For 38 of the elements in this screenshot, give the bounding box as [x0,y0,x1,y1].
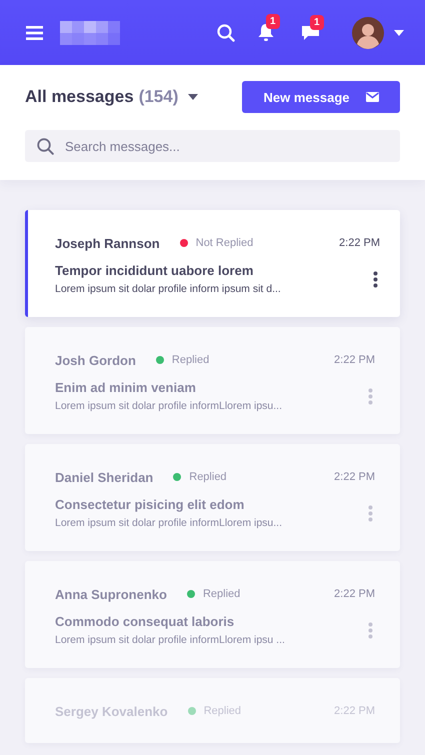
message-subject: Enim ad minim veniam [55,380,197,395]
search-field[interactable]: Search messages... [25,130,400,162]
message-count: (154) [138,87,178,107]
message-preview: Lorem ipsum sit dolar profile informLlorem ipsu... [55,400,284,412]
message-time: 2:22 PM [334,588,375,600]
message-badge: 1 [310,14,324,30]
notification-badge: 1 [266,14,280,29]
message-preview: Lorem ipsum sit dolar profile informLlorem ipsu... [55,517,284,529]
sender-name: Joseph Rannson [55,236,160,250]
caret-icon[interactable] [394,30,404,36]
search-icon[interactable] [217,24,235,42]
more-icon[interactable] [373,270,378,288]
message-card[interactable]: Joseph Rannson Not Replied 2:22 PM Tempor incididunt uabore lorem Lorem ipsum sit dolar profile inform ipsum sit d... [25,210,400,317]
message-time: 2:22 PM [339,237,380,249]
logo-icon [60,20,120,44]
message-preview: Lorem ipsum sit dolar profile inform ipsum sit d... [55,283,282,295]
status-label: Replied [202,588,240,600]
message-card[interactable]: Anna Supronenko Replied 2:22 PM Commodo consequat laboris Lorem ipsum sit dolar profile informLlorem ipsu ... [25,561,400,668]
envelope-icon [366,92,378,102]
message-subject: Consectetur pisicing elit edom [55,497,246,512]
avatar-icon[interactable] [352,16,384,48]
caret-icon[interactable] [188,94,198,100]
message-subject: Tempor incididunt uabore lorem [55,263,254,278]
message-card[interactable]: Josh Gordon Replied 2:22 PM Enim ad minim veniam Lorem ipsum sit dolar profile informLlorem ipsu... [25,327,400,434]
status-label: Not Replied [196,237,254,249]
sender-name: Anna Supronenko [55,586,167,602]
sender-name: Josh Gordon [55,352,136,368]
menu-icon[interactable] [26,26,43,40]
message-time: 2:22 PM [334,471,375,483]
status-label: Replied [172,354,210,366]
new-message-button[interactable]: New message [242,81,400,113]
message-preview: Lorem ipsum sit dolar profile informLlorem ipsu ... [55,634,286,646]
sender-name: Daniel Sheridan [55,470,154,484]
status-label: Replied [189,471,227,483]
message-subject: Commodo consequat laboris [55,614,236,629]
message-card[interactable]: Daniel Sheridan Replied 2:22 PM Consectetur pisicing elit edom Lorem ipsum sit dolar profile informLlorem ipsu... [25,444,400,551]
message-time: 2:22 PM [334,354,375,366]
page-title: All messages [25,87,134,107]
